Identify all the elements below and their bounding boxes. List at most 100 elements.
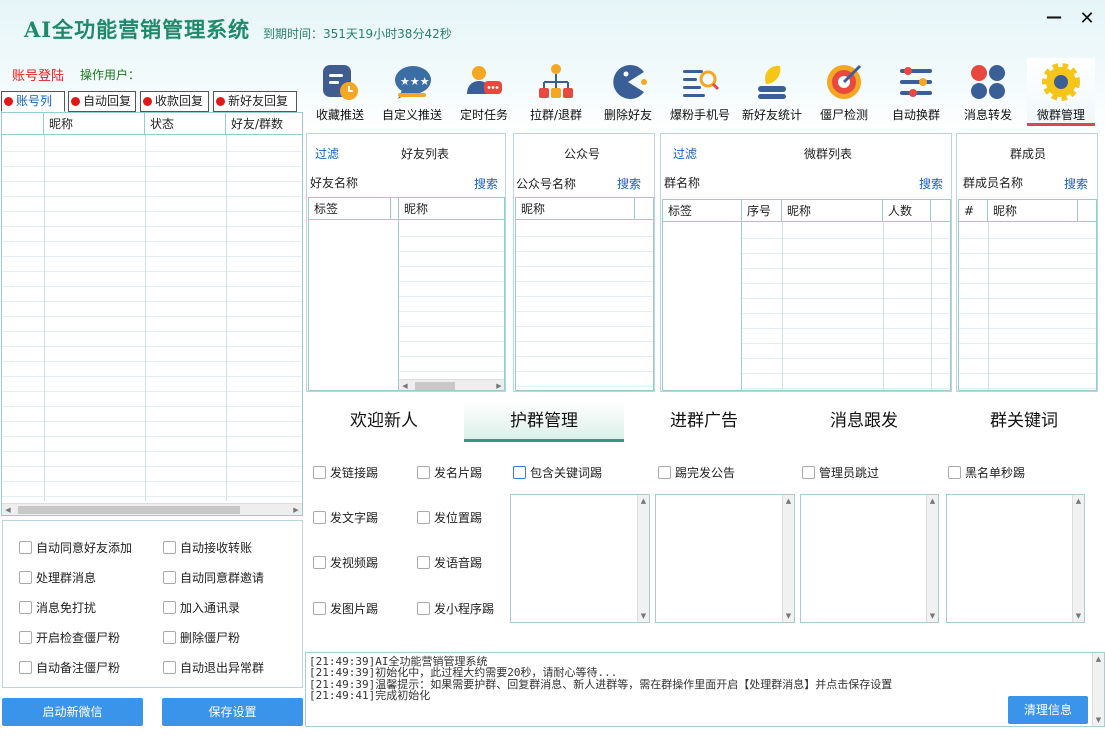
horizontal-scrollbar[interactable]: ◀ ▶ [2,503,302,515]
tab-payment-reply[interactable]: 收款回复 [140,91,209,112]
column-header-status[interactable]: 状态 [145,113,226,135]
keyword-textarea[interactable]: ▲ ▼ [510,494,650,623]
checkbox-box[interactable] [417,602,430,615]
clear-info-button[interactable]: 清理信息 [1008,696,1088,724]
column-header-nickname[interactable]: 昵称 [44,113,145,135]
scroll-up-icon[interactable]: ▲ [1093,653,1104,665]
vertical-scrollbar[interactable]: ▲ ▼ [926,495,938,622]
checkbox-auto-accept-friend[interactable]: 自动同意好友添加 [19,539,132,556]
checkbox-box[interactable] [513,466,526,479]
toolbar-delete-friend[interactable]: 删除好友 [593,58,663,126]
groups-search-link[interactable]: 搜索 [919,175,943,192]
checkbox-admin-skip[interactable]: 管理员跳过 [802,464,879,481]
tab-group-protection[interactable]: 护群管理 [464,402,624,442]
checkbox-process-group-messages[interactable]: 处理群消息 [19,569,96,586]
toolbar-new-friend-stats[interactable]: 新好友统计 [737,58,807,126]
scroll-right-icon[interactable]: ▶ [493,380,504,390]
checkbox-box[interactable] [19,631,32,644]
checkbox-check-zombie-fans[interactable]: 开启检查僵尸粉 [19,629,120,646]
checkbox-auto-accept-group-invite[interactable]: 自动同意群邀请 [163,569,264,586]
column-header-number[interactable]: # [959,200,988,222]
column-header[interactable] [2,113,44,135]
column-header-nickname[interactable]: 昵称 [782,200,883,222]
toolbar-message-forward[interactable]: 消息转发 [953,58,1023,126]
scroll-down-icon[interactable]: ▼ [1093,714,1104,726]
toolbar-custom-push[interactable]: ★★★ 自定义推送 [377,58,447,126]
checkbox-box[interactable] [19,601,32,614]
scroll-down-icon[interactable]: ▼ [783,610,794,622]
tab-join-group-ads[interactable]: 进群广告 [624,402,784,442]
checkbox-box[interactable] [19,541,32,554]
checkbox-box[interactable] [417,466,430,479]
checkbox-auto-remark-zombie[interactable]: 自动备注僵尸粉 [19,659,120,676]
scroll-up-icon[interactable]: ▲ [927,495,938,507]
checkbox-box[interactable] [313,556,326,569]
scroll-right-icon[interactable]: ▶ [290,504,302,515]
scroll-down-icon[interactable]: ▼ [1073,610,1084,622]
tab-group-keywords[interactable]: 群关键词 [944,402,1104,442]
tab-new-friend-reply[interactable]: 新好友回复 [213,91,297,112]
minimize-button[interactable]: — [1043,6,1065,28]
account-login-link[interactable]: 账号登陆 [12,65,64,84]
toolbar-phone-number-boost[interactable]: 爆粉手机号 [665,58,735,126]
checkbox-kick-location[interactable]: 发位置踢 [417,509,482,526]
groups-table[interactable]: 标签 序号 昵称 人数 [662,199,951,391]
checkbox-box[interactable] [163,541,176,554]
checkbox-kick-link[interactable]: 发链接踢 [313,464,378,481]
friends-search-link[interactable]: 搜索 [474,175,498,192]
checkbox-box[interactable] [948,466,961,479]
checkbox-auto-receive-transfer[interactable]: 自动接收转账 [163,539,252,556]
toolbar-zombie-detect[interactable]: 僵尸检测 [809,58,879,126]
members-search-link[interactable]: 搜索 [1064,175,1088,192]
column-header-tag[interactable]: 标签 [663,200,742,222]
scroll-down-icon[interactable]: ▼ [927,610,938,622]
official-table[interactable]: 昵称 [515,197,654,391]
close-button[interactable]: ✕ [1076,8,1098,30]
checkbox-box[interactable] [313,466,326,479]
toolbar-group-management[interactable]: 微群管理 [1027,58,1095,126]
checkbox-box[interactable] [19,661,32,674]
column-header-member-count[interactable]: 人数 [883,200,931,222]
checkbox-box[interactable] [417,511,430,524]
save-settings-button[interactable]: 保存设置 [162,698,303,726]
friends-table[interactable]: 标签 昵称 ◀ ▶ [308,197,505,391]
checkbox-box[interactable] [163,661,176,674]
column-header-nickname[interactable]: 昵称 [399,198,504,220]
checkbox-box[interactable] [313,602,326,615]
checkbox-box[interactable] [163,631,176,644]
scroll-up-icon[interactable]: ▲ [1073,495,1084,507]
checkbox-box[interactable] [313,511,326,524]
checkbox-kick-voice[interactable]: 发语音踢 [417,554,482,571]
blacklist-textarea[interactable]: ▲ ▼ [946,494,1085,623]
horizontal-scrollbar[interactable]: ◀ ▶ [399,379,504,390]
admin-skip-textarea[interactable]: ▲ ▼ [800,494,939,623]
checkbox-kick-video[interactable]: 发视频踢 [313,554,378,571]
vertical-scrollbar[interactable]: ▲ ▼ [1092,653,1104,726]
scroll-thumb[interactable] [415,382,455,390]
checkbox-kick-miniprogram[interactable]: 发小程序踢 [417,600,494,617]
column-header-friend-group-count[interactable]: 好友/群数 [226,113,302,135]
checkbox-kick-keyword[interactable]: 包含关键词踢 [513,464,602,481]
scroll-up-icon[interactable]: ▲ [638,495,649,507]
account-table[interactable]: 昵称 状态 好友/群数 ◀ ▶ [1,112,303,516]
tab-account-list[interactable]: 账号列 [1,91,65,112]
toolbar-pull-exit-group[interactable]: 拉群/退群 [521,58,591,126]
vertical-scrollbar[interactable]: ▲ ▼ [637,495,649,622]
toolbar-auto-switch-group[interactable]: 自动换群 [881,58,951,126]
checkbox-box[interactable] [163,571,176,584]
scroll-left-icon[interactable]: ◀ [399,380,411,390]
vertical-scrollbar[interactable]: ▲ ▼ [782,495,794,622]
groups-filter-link[interactable]: 过滤 [673,145,697,162]
checkbox-box[interactable] [417,556,430,569]
tab-message-follow[interactable]: 消息跟发 [784,402,944,442]
tab-welcome-newcomer[interactable]: 欢迎新人 [304,402,464,442]
scroll-thumb[interactable] [18,506,240,514]
checkbox-box[interactable] [19,571,32,584]
checkbox-box[interactable] [658,466,671,479]
checkbox-kick-text[interactable]: 发文字踢 [313,509,378,526]
toolbar-favorites-push[interactable]: 收藏推送 [305,58,375,126]
scroll-up-icon[interactable]: ▲ [783,495,794,507]
scroll-left-icon[interactable]: ◀ [2,504,14,515]
checkbox-auto-exit-abnormal-group[interactable]: 自动退出异常群 [163,659,264,676]
column-header-nickname[interactable]: 昵称 [988,200,1078,222]
